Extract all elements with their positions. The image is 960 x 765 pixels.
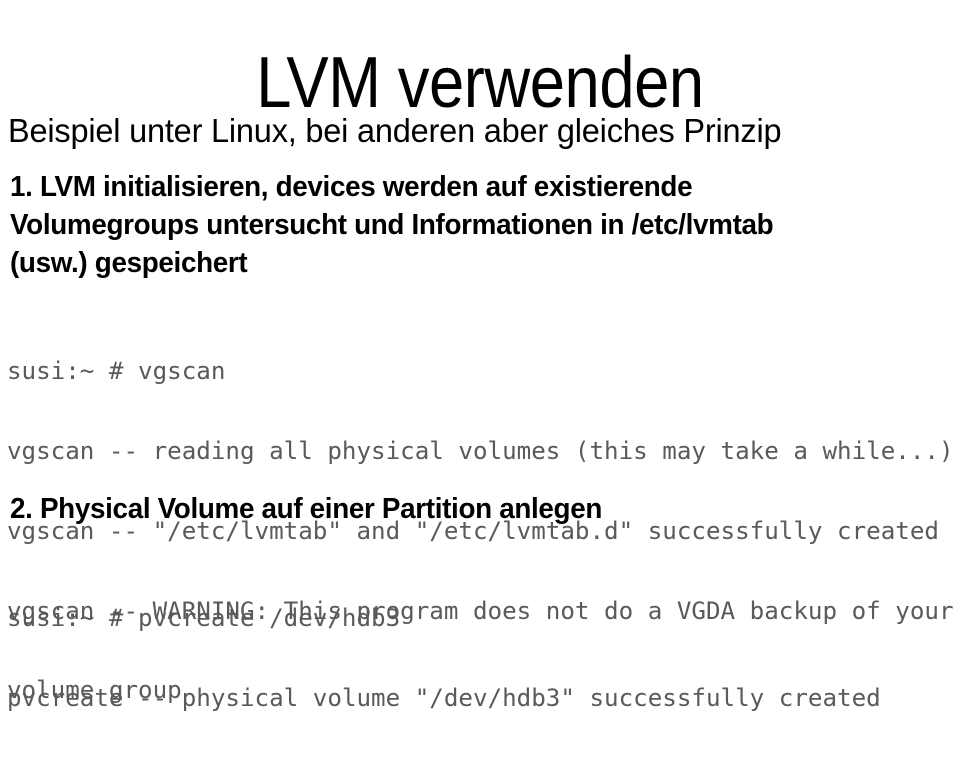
step-one-line: 1. LVM initialisieren, devices werden au… [10,171,693,203]
step-two-block: 2. Physical Volume auf einer Partition a… [10,490,952,528]
step-one-line: (usw.) gespeichert [10,247,248,279]
console-output-pvcreate: susi:~ # pvcreate /dev/hdb3 pvcreate -- … [7,552,960,765]
console-line: susi:~ # pvcreate /dev/hdb3 [7,604,401,633]
step-two-line: 2. Physical Volume auf einer Partition a… [10,493,603,525]
console-line: susi:~ # vgscan [7,357,226,386]
step-one-line: Volumegroups untersucht und Informatione… [10,209,774,241]
presentation-slide: LVM verwenden Beispiel unter Linux, bei … [0,0,960,711]
console-line: vgscan -- reading all physical volumes (… [7,436,954,465]
slide-subtitle: Beispiel unter Linux, bei anderen aber g… [8,112,782,150]
step-one-block: 1. LVM initialisieren, devices werden au… [10,168,952,282]
console-line: pvcreate -- physical volume "/dev/hdb3" … [7,683,881,712]
